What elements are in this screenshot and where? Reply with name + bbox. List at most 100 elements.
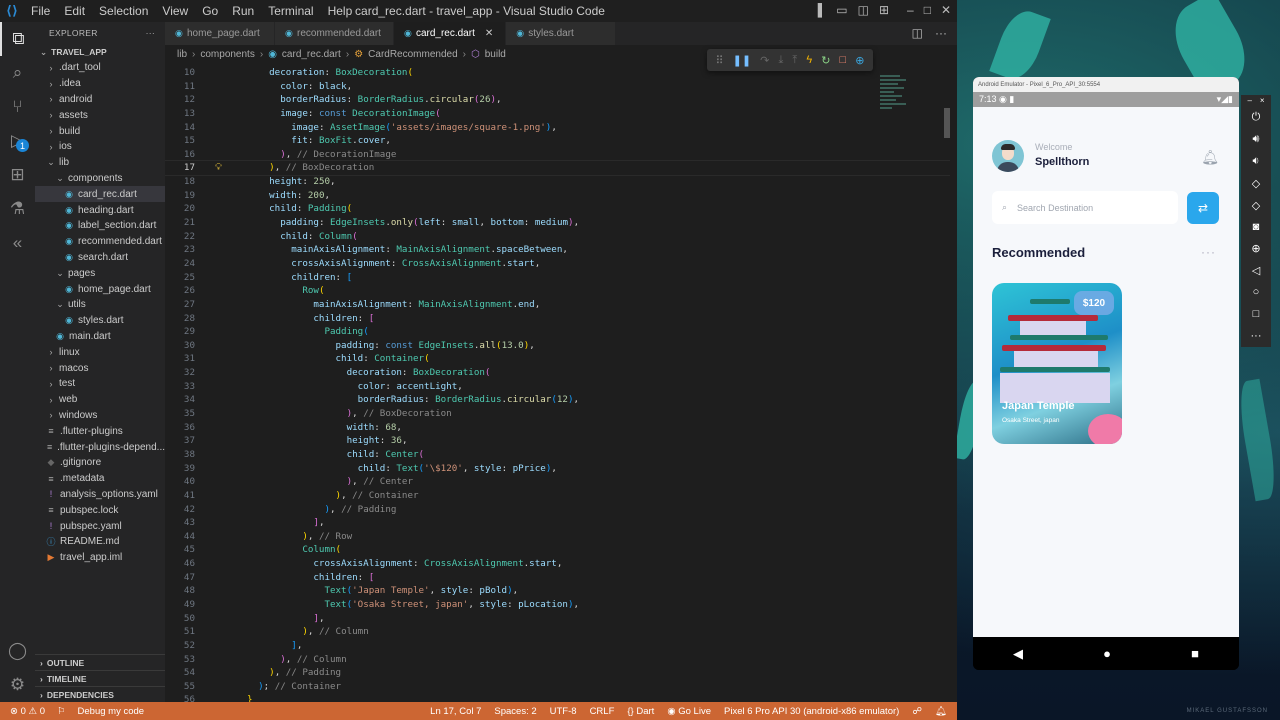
language-mode[interactable]: {} Dart <box>627 706 654 717</box>
code-line[interactable]: 48 Text('Japan Temple', style: pBold), <box>165 584 950 598</box>
zoom-icon[interactable]: ⊕ <box>1251 238 1260 260</box>
devtools-icon[interactable]: ⊕ <box>855 54 864 67</box>
step-into-icon[interactable]: ⤓ <box>778 54 783 67</box>
tree-file[interactable]: ▶ travel_app.iml <box>35 550 165 566</box>
code-line[interactable]: 27 mainAxisAlignment: MainAxisAlignment.… <box>165 298 950 312</box>
maximize-button[interactable]: □ <box>924 3 931 17</box>
tree-folder[interactable]: › ios <box>35 139 165 155</box>
step-over-icon[interactable]: ↷ <box>760 54 769 67</box>
code-line[interactable]: 38 child: Center( <box>165 448 950 462</box>
code-line[interactable]: 41 ), // Container <box>165 489 950 503</box>
nav-back-icon[interactable]: ◀ <box>1013 646 1023 662</box>
code-line[interactable]: 15 fit: BoxFit.cover, <box>165 134 950 148</box>
code-line[interactable]: 31 child: Container( <box>165 352 950 366</box>
emulator-minimize-icon[interactable]: – <box>1247 96 1251 105</box>
breadcrumb-item[interactable]: lib <box>177 49 187 60</box>
tree-folder[interactable]: › assets <box>35 107 165 123</box>
tree-folder[interactable]: ⌄ utils <box>35 297 165 313</box>
toggle-secondary-sidebar-icon[interactable]: ◫ <box>858 3 869 17</box>
more-button[interactable]: ··· <box>1201 245 1216 259</box>
menu-file[interactable]: File <box>31 4 50 18</box>
code-line[interactable]: 30 padding: const EdgeInsets.all(13.0), <box>165 339 950 353</box>
tree-file[interactable]: ◉ recommended.dart <box>35 234 165 250</box>
tree-folder[interactable]: › windows <box>35 408 165 424</box>
code-line[interactable]: 39 child: Text('\$120', style: pPrice), <box>165 462 950 476</box>
dependencies-section[interactable]: › DEPENDENCIES <box>35 686 165 702</box>
minimap[interactable] <box>880 73 910 123</box>
outline-section[interactable]: › OUTLINE <box>35 654 165 670</box>
rotate-right-icon[interactable]: ◇ <box>1252 194 1260 216</box>
code-line[interactable]: 52 ], <box>165 639 950 653</box>
code-line[interactable]: 18 height: 250, <box>165 175 950 189</box>
menu-view[interactable]: View <box>162 4 188 18</box>
notifications-icon[interactable]: 🔔︎ <box>935 706 947 717</box>
tree-folder[interactable]: › web <box>35 392 165 408</box>
code-line[interactable]: 55 ); // Container <box>165 680 950 694</box>
problems-indicator[interactable]: ⊗ 0 ⚠ 0 <box>10 706 45 717</box>
hot-reload-icon[interactable]: ϟ <box>806 54 812 66</box>
code-line[interactable]: 17 💡︎ ), // BoxDecoration <box>165 160 950 177</box>
tree-folder[interactable]: ⌄ lib <box>35 155 165 171</box>
debug-config[interactable]: Debug my code <box>78 706 145 717</box>
account-icon[interactable]: ◯ <box>0 634 35 668</box>
code-line[interactable]: 40 ), // Center <box>165 475 950 489</box>
code-line[interactable]: 36 width: 68, <box>165 421 950 435</box>
toggle-panel-icon[interactable]: ▭ <box>836 3 847 17</box>
code-line[interactable]: 51 ), // Column <box>165 625 950 639</box>
menu-go[interactable]: Go <box>202 4 218 18</box>
extensions-icon[interactable]: ⊞ <box>0 158 35 192</box>
code-line[interactable]: 34 borderRadius: BorderRadius.circular(1… <box>165 393 950 407</box>
tree-file[interactable]: ◉ search.dart <box>35 250 165 266</box>
lightbulb-icon[interactable]: 💡︎ <box>215 161 222 175</box>
tree-folder[interactable]: › macos <box>35 360 165 376</box>
search-icon[interactable]: ⌕ <box>0 56 35 90</box>
stop-icon[interactable]: □ <box>839 54 846 66</box>
step-out-icon[interactable]: ⤒ <box>792 54 797 67</box>
code-line[interactable]: 19 width: 200, <box>165 189 950 203</box>
code-line[interactable]: 47 children: [ <box>165 571 950 585</box>
tree-file[interactable]: ! analysis_options.yaml <box>35 487 165 503</box>
breadcrumb-item[interactable]: components <box>200 49 254 60</box>
close-window-button[interactable]: ✕ <box>941 3 951 17</box>
code-line[interactable]: 45 Column( <box>165 543 950 557</box>
overview-icon[interactable]: □ <box>1253 303 1260 325</box>
tree-file[interactable]: ≡ .flutter-plugins-depend... <box>35 439 165 455</box>
avatar[interactable] <box>992 140 1024 172</box>
search-input[interactable]: ⌕ Search Destination <box>992 191 1178 224</box>
tree-folder[interactable]: › .idea <box>35 76 165 92</box>
code-line[interactable]: 35 ), // BoxDecoration <box>165 407 950 421</box>
code-line[interactable]: 54 ), // Padding <box>165 666 950 680</box>
code-line[interactable]: 22 child: Column( <box>165 230 950 244</box>
code-line[interactable]: 16 ), // DecorationImage <box>165 148 950 162</box>
tab-home-page-dart[interactable]: ◉ home_page.dart <box>165 22 275 45</box>
code-line[interactable]: 43 ], <box>165 516 950 530</box>
tree-folder[interactable]: › test <box>35 376 165 392</box>
go-live-button[interactable]: ◉ Go Live <box>667 706 711 717</box>
testing-icon[interactable]: ⚗ <box>0 192 35 226</box>
code-line[interactable]: 20 child: Padding( <box>165 202 950 216</box>
tree-file[interactable]: ◉ label_section.dart <box>35 218 165 234</box>
nav-overview-icon[interactable]: ■ <box>1191 646 1199 661</box>
manage-gear-icon[interactable]: ⚙ <box>0 668 35 702</box>
code-line[interactable]: 37 height: 36, <box>165 434 950 448</box>
code-line[interactable]: 33 color: accentLight, <box>165 380 950 394</box>
line-ending[interactable]: CRLF <box>590 706 615 717</box>
tree-file[interactable]: ◆ .gitignore <box>35 455 165 471</box>
encoding[interactable]: UTF-8 <box>550 706 577 717</box>
tree-file[interactable]: ◉ styles.dart <box>35 313 165 329</box>
pause-icon[interactable]: ❚❚ <box>733 54 751 67</box>
minimize-button[interactable]: – <box>907 3 914 17</box>
tree-file[interactable]: ◉ card_rec.dart <box>35 186 165 203</box>
code-line[interactable]: 53 ), // Column <box>165 653 950 667</box>
workspace-root[interactable]: ⌄ TRAVEL_APP <box>35 44 165 60</box>
tree-file[interactable]: ≡ pubspec.lock <box>35 502 165 518</box>
close-tab-icon[interactable]: ✕ <box>485 28 493 39</box>
code-line[interactable]: 11 color: black, <box>165 80 950 94</box>
menu-selection[interactable]: Selection <box>99 4 148 18</box>
rotate-left-icon[interactable]: ◇ <box>1252 172 1260 194</box>
code-line[interactable]: 12 borderRadius: BorderRadius.circular(2… <box>165 93 950 107</box>
tree-file[interactable]: ≡ .flutter-plugins <box>35 423 165 439</box>
code-line[interactable]: 42 ), // Padding <box>165 503 950 517</box>
code-line[interactable]: 32 decoration: BoxDecoration( <box>165 366 950 380</box>
tab-styles-dart[interactable]: ◉ styles.dart <box>506 22 617 45</box>
